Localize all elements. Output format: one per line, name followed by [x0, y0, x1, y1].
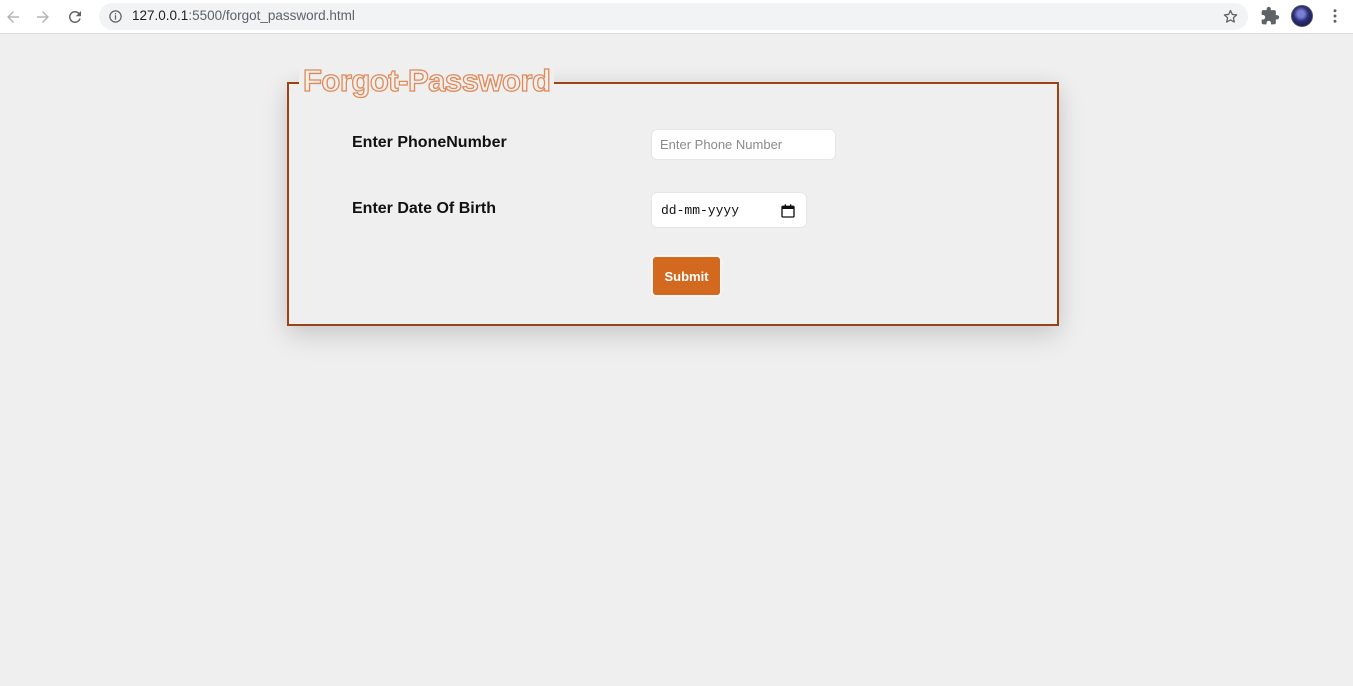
- forward-arrow-icon: [37, 11, 49, 23]
- reload-button[interactable]: [63, 5, 87, 29]
- form-legend: Forgot-Password: [299, 61, 555, 101]
- forward-button[interactable]: [31, 5, 55, 29]
- submit-button[interactable]: Submit: [651, 255, 722, 297]
- puzzle-icon[interactable]: [1260, 6, 1280, 26]
- url-path: :5500/forgot_password.html: [188, 8, 355, 23]
- date-of-birth-input[interactable]: dd-mm-yyyy: [651, 192, 807, 228]
- browser-toolbar: 127.0.0.1:5500/forgot_password.html: [0, 0, 1353, 34]
- info-icon[interactable]: [108, 9, 123, 24]
- reload-icon: [68, 10, 81, 23]
- star-icon[interactable]: [1222, 8, 1239, 25]
- kebab-menu-icon[interactable]: [1326, 6, 1344, 26]
- dob-label: Enter Date Of Birth: [352, 200, 497, 217]
- address-bar[interactable]: 127.0.0.1:5500/forgot_password.html: [99, 3, 1248, 30]
- url-text: 127.0.0.1:5500/forgot_password.html: [132, 8, 355, 23]
- date-format-text: dd-mm-yyyy: [661, 203, 740, 218]
- profile-avatar[interactable]: [1291, 5, 1313, 27]
- back-button[interactable]: [1, 5, 25, 29]
- phone-label: Enter PhoneNumber: [352, 134, 507, 151]
- url-host: 127.0.0.1: [132, 8, 189, 23]
- back-arrow-icon: [7, 11, 19, 23]
- calendar-icon[interactable]: [780, 203, 796, 219]
- phone-number-input[interactable]: [651, 129, 836, 160]
